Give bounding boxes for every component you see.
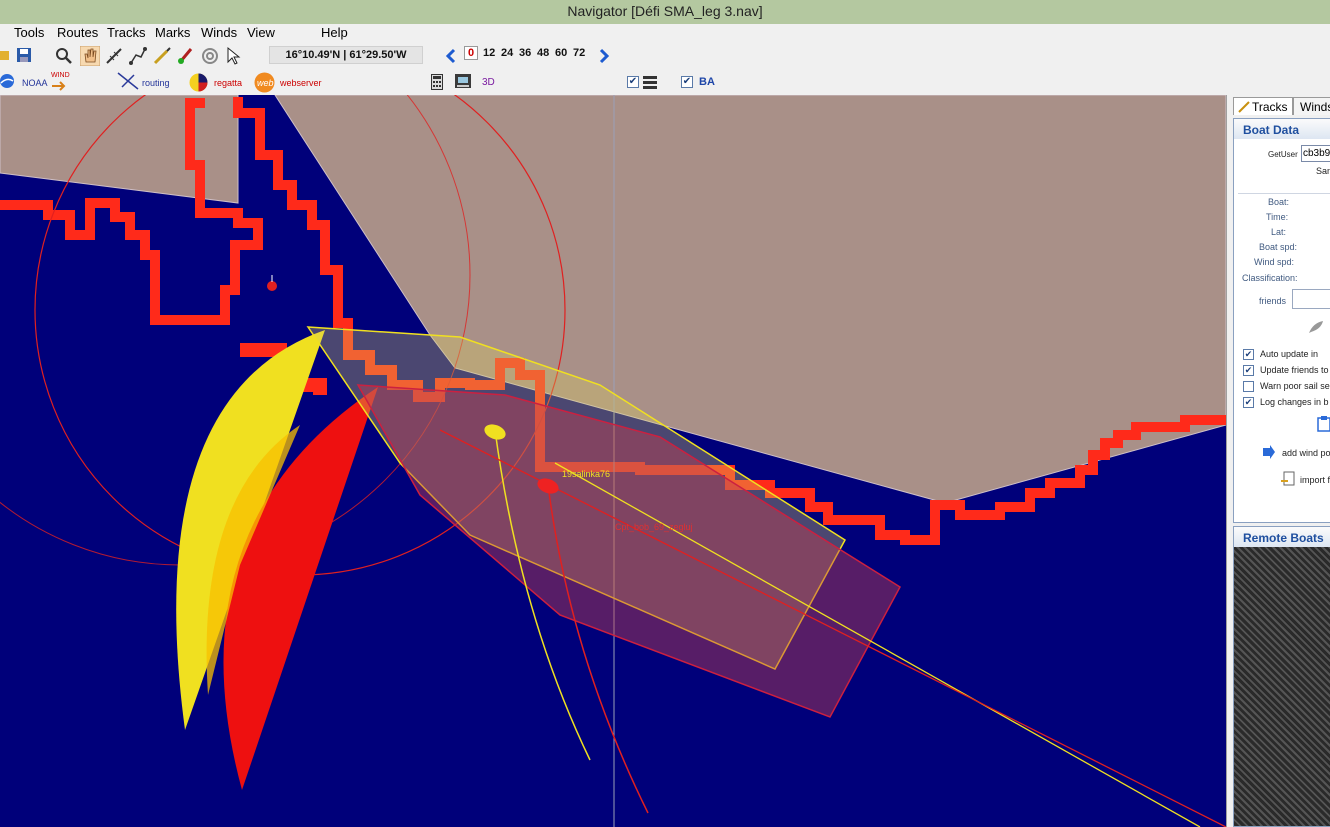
clipboard-icon[interactable]: [1316, 416, 1330, 432]
forecast-hour-48[interactable]: 48: [537, 47, 549, 59]
red-boat-label: Cpt_bob_69_zegluj: [615, 522, 693, 532]
wind-arrow-icon[interactable]: [50, 80, 68, 92]
menu-tracks[interactable]: Tracks: [107, 25, 146, 40]
chart-map[interactable]: 19salinka76 Cpt_bob_69_zegluj: [0, 95, 1226, 827]
forecast-hour-12[interactable]: 12: [483, 47, 495, 59]
time-field-label: Time:: [1266, 212, 1289, 222]
import-file-label[interactable]: import f: [1300, 475, 1330, 485]
auto-update-checkbox[interactable]: ✔: [1243, 349, 1254, 360]
menu-winds[interactable]: Winds: [201, 25, 237, 40]
ruler-icon[interactable]: [104, 46, 124, 66]
import-file-icon[interactable]: [1280, 471, 1296, 487]
menu-bar: Tools Routes Tracks Marks Winds View Hel…: [0, 24, 1330, 44]
log-changes-checkbox[interactable]: ✔: [1243, 397, 1254, 408]
getuser-label: GetUser: [1268, 150, 1298, 159]
divider: [1238, 193, 1330, 194]
routing-branch-icon[interactable]: [116, 71, 140, 91]
remote-boats-title: Remote Boats: [1234, 527, 1330, 547]
routing-label[interactable]: routing: [142, 78, 170, 88]
friends-label: friends: [1259, 296, 1287, 306]
title-bar: Navigator [Défi SMA_leg 3.nav]: [0, 0, 1330, 24]
getuser-input[interactable]: cb3b9b: [1301, 145, 1330, 162]
target-icon[interactable]: [200, 46, 220, 66]
zoom-icon[interactable]: [55, 47, 73, 65]
svg-text:web: web: [257, 78, 274, 88]
tracks-tab-icon: [1238, 100, 1250, 113]
ba-checkbox[interactable]: ✔: [681, 76, 693, 88]
hand-pan-icon[interactable]: [80, 46, 100, 66]
layers-checkbox[interactable]: ✔: [627, 76, 639, 88]
warn-poor-sail-label: Warn poor sail se: [1260, 381, 1330, 391]
tab-tracks[interactable]: Tracks: [1233, 97, 1293, 115]
forecast-hour-72[interactable]: 72: [573, 47, 585, 59]
add-wind-arrow-icon[interactable]: [1262, 445, 1276, 459]
noaa-globe-icon[interactable]: [0, 73, 17, 90]
wind-speed-label: Wind spd:: [1254, 257, 1295, 267]
brush-icon[interactable]: [176, 46, 196, 66]
forecast-hour-36[interactable]: 36: [519, 47, 531, 59]
sidebar: Tracks Winds Boat Data GetUser cb3b9b Sa…: [1226, 95, 1330, 827]
menu-tools[interactable]: Tools: [14, 25, 44, 40]
main-toolbar: 16°10.49'N | 61°29.50'W 0 12 24 36 48 60…: [0, 44, 1330, 68]
noaa-label[interactable]: NOAA: [22, 78, 48, 88]
boat-data-title: Boat Data: [1234, 119, 1330, 139]
save-icon[interactable]: [16, 47, 32, 63]
calculator-icon[interactable]: [431, 74, 443, 90]
wind-label[interactable]: WIND: [51, 72, 70, 79]
menu-marks[interactable]: Marks: [155, 25, 190, 40]
webserver-label[interactable]: webserver: [280, 78, 322, 88]
device-icon[interactable]: [454, 72, 472, 90]
lat-field-label: Lat:: [1271, 227, 1287, 237]
open-folder-icon[interactable]: [0, 47, 10, 63]
route-line-icon[interactable]: [128, 46, 148, 66]
view-3d-label[interactable]: 3D: [482, 77, 495, 88]
cursor-icon[interactable]: [225, 46, 241, 66]
auto-update-label: Auto update in: [1260, 349, 1319, 359]
forecast-hour-0[interactable]: 0: [464, 46, 479, 60]
tab-winds[interactable]: Winds: [1293, 97, 1330, 115]
tab-tracks-label: Tracks: [1252, 99, 1288, 114]
boat-field-label: Boat:: [1268, 197, 1290, 207]
chevron-right-icon[interactable]: [597, 48, 611, 64]
boat-speed-label: Boat spd:: [1259, 242, 1298, 252]
webserver-icon[interactable]: web: [254, 72, 275, 93]
regatta-icon[interactable]: [189, 73, 208, 92]
menu-view[interactable]: View: [247, 25, 275, 40]
yellow-boat-label: 19salinka76: [562, 469, 610, 479]
getuser-sub-label: San: [1316, 166, 1330, 176]
layers-icon[interactable]: [643, 75, 657, 89]
regatta-label[interactable]: regatta: [214, 78, 242, 88]
map-canvas[interactable]: 19salinka76 Cpt_bob_69_zegluj: [0, 95, 1226, 827]
remote-boats-panel: Remote Boats: [1233, 526, 1330, 827]
menu-help[interactable]: Help: [321, 25, 348, 40]
pencil-icon[interactable]: [152, 46, 172, 66]
update-friends-label: Update friends to: [1260, 365, 1329, 375]
secondary-toolbar: NOAA WIND routing regatta web webserver …: [0, 68, 1330, 95]
update-friends-checkbox[interactable]: ✔: [1243, 365, 1254, 376]
position-readout: 16°10.49'N | 61°29.50'W: [269, 46, 423, 64]
window-title: Navigator [Défi SMA_leg 3.nav]: [567, 3, 763, 19]
classification-label: Classification:: [1242, 273, 1298, 283]
forecast-hour-24[interactable]: 24: [501, 47, 513, 59]
ba-label[interactable]: BA: [699, 76, 715, 88]
chevron-left-icon[interactable]: [444, 48, 458, 64]
add-wind-label[interactable]: add wind po: [1282, 448, 1330, 458]
feather-icon[interactable]: [1307, 319, 1325, 335]
log-changes-label: Log changes in b: [1260, 397, 1329, 407]
friends-input[interactable]: [1292, 289, 1330, 309]
forecast-hour-60[interactable]: 60: [555, 47, 567, 59]
remote-boats-list[interactable]: [1234, 547, 1330, 826]
tab-winds-label: Winds: [1300, 99, 1330, 114]
boat-data-panel: Boat Data GetUser cb3b9b San Boat: Time:…: [1233, 118, 1330, 523]
warn-poor-sail-checkbox[interactable]: [1243, 381, 1254, 392]
menu-routes[interactable]: Routes: [57, 25, 98, 40]
